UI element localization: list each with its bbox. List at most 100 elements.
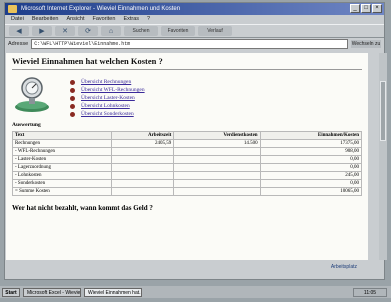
link-truck-costs[interactable]: Übersicht Laster-Kosten xyxy=(81,95,135,101)
table-cell: = Summe Kosten xyxy=(11,187,113,196)
table-cell: 10065,00 xyxy=(259,187,363,196)
status-bar: Arbeitsplatz xyxy=(4,262,387,272)
title-divider xyxy=(12,69,362,70)
table-cell xyxy=(173,147,261,156)
security-zone: Arbeitsplatz xyxy=(330,264,357,270)
menu-favorites[interactable]: Favoriten xyxy=(93,15,116,24)
money-clipart-image xyxy=(15,77,49,112)
table-row: Rechnungen 2405,59 14.500 17375,00 xyxy=(11,139,363,148)
table-header-row: Text Arbeitszeit Verdienstkosten Einnahm… xyxy=(11,131,363,140)
table-cell: - Lohnkosten xyxy=(11,171,113,180)
table-row: - WFL-Rechnungen 908,00 xyxy=(11,147,363,156)
home-button[interactable]: ⌂ xyxy=(101,26,121,36)
ie-icon xyxy=(8,5,17,13)
table-cell: 2405,59 xyxy=(111,139,175,148)
table-cell xyxy=(111,155,175,164)
link-invoices[interactable]: Übersicht Rechnungen xyxy=(81,79,131,85)
table-cell: - WFL-Rechnungen xyxy=(11,147,113,156)
link-wfl-invoices[interactable]: Übersicht WFL-Rechnungen xyxy=(81,87,145,93)
table-cell xyxy=(173,187,261,196)
system-tray-clock: 11:05 xyxy=(353,287,387,297)
menu-bar: Datei Bearbeiten Ansicht Favoriten Extra… xyxy=(5,15,384,24)
table-cell: 0,00 xyxy=(259,179,363,188)
menu-tools[interactable]: Extras xyxy=(123,15,139,24)
menu-help[interactable]: ? xyxy=(147,15,150,24)
table-cell: 245,00 xyxy=(259,171,363,180)
start-button[interactable]: Start xyxy=(2,287,20,297)
table-cell xyxy=(173,171,261,180)
bullet-icon xyxy=(70,111,75,117)
intro-section: Übersicht Rechnungen Übersicht WFL-Rechn… xyxy=(12,74,362,118)
title-bar: Microsoft Internet Explorer - Wieviel Ei… xyxy=(5,3,384,15)
bullet-icon xyxy=(70,79,75,85)
table-cell xyxy=(173,163,261,172)
favorites-button[interactable]: Favoriten xyxy=(161,26,195,36)
bullet-icon xyxy=(70,103,75,109)
column-header: Einnahmen/Kosten xyxy=(259,131,363,140)
refresh-icon: ⟳ xyxy=(85,28,91,35)
taskbar: Start Microsoft Excel - Wieviel Wieviel … xyxy=(0,286,391,298)
summary-table: Text Arbeitszeit Verdienstkosten Einnahm… xyxy=(11,131,363,196)
address-input[interactable]: C:\WFL\HTTP\Wieviel\Einnahme.htm xyxy=(31,39,348,49)
column-header: Arbeitszeit xyxy=(111,131,175,140)
stop-icon: ✕ xyxy=(62,28,68,35)
address-label: Adresse xyxy=(8,41,29,47)
table-cell: Rechnungen xyxy=(11,139,113,148)
link-list: Übersicht Rechnungen Übersicht WFL-Rechn… xyxy=(70,74,145,118)
table-cell: 0,00 xyxy=(259,163,363,172)
table-row: - Lagerzuordnung 0,00 xyxy=(11,163,363,172)
scroll-thumb[interactable] xyxy=(380,81,386,141)
window-title: Microsoft Internet Explorer - Wieviel Ei… xyxy=(21,6,181,12)
address-bar: Adresse C:\WFL\HTTP\Wieviel\Einnahme.htm… xyxy=(5,38,384,50)
back-icon: ◀ xyxy=(16,28,22,35)
table-cell: - Laster-Kosten xyxy=(11,155,113,164)
go-button[interactable]: Wechseln zu xyxy=(351,40,381,48)
table-cell: 14.500 xyxy=(173,139,261,148)
menu-edit[interactable]: Bearbeiten xyxy=(32,15,59,24)
section-label: Auswertung xyxy=(12,122,41,128)
section-heading: Wer hat nicht bezahlt, wann kommt das Ge… xyxy=(12,204,153,212)
back-button[interactable]: ◀ xyxy=(9,26,29,36)
table-row: - Sonderkosten 0,00 xyxy=(11,179,363,188)
page-content: Wieviel Einnahmen hat welchen Kosten ? Ü… xyxy=(6,53,368,260)
refresh-button[interactable]: ⟳ xyxy=(78,26,98,36)
bullet-icon xyxy=(70,87,75,93)
table-cell: 17375,00 xyxy=(259,139,363,148)
bullet-icon xyxy=(70,95,75,101)
column-header: Text xyxy=(11,131,113,140)
page-title: Wieviel Einnahmen hat welchen Kosten ? xyxy=(12,56,163,66)
table-cell: 0,00 xyxy=(259,155,363,164)
column-header: Verdienstkosten xyxy=(173,131,261,140)
taskbar-item-active[interactable]: Wieviel Einnahmen hat... xyxy=(84,287,142,297)
toolbar: ◀ ▶ ✕ ⟳ ⌂ Suchen Favoriten Verlauf xyxy=(5,24,384,38)
window-controls: _ □ × xyxy=(350,4,382,13)
list-item: Übersicht Laster-Kosten xyxy=(70,94,145,102)
forward-icon: ▶ xyxy=(39,28,45,35)
menu-view[interactable]: Ansicht xyxy=(66,15,84,24)
history-button[interactable]: Verlauf xyxy=(198,26,232,36)
list-item: Übersicht Rechnungen xyxy=(70,78,145,86)
taskbar-item[interactable]: Microsoft Excel - Wieviel xyxy=(23,287,81,297)
table-cell xyxy=(111,187,175,196)
stop-button[interactable]: ✕ xyxy=(55,26,75,36)
link-wage-costs[interactable]: Übersicht Lohnkosten xyxy=(81,103,130,109)
minimize-button[interactable]: _ xyxy=(350,4,360,13)
link-special-costs[interactable]: Übersicht Sonderkosten xyxy=(81,111,134,117)
vertical-scrollbar[interactable] xyxy=(379,53,387,260)
menu-file[interactable]: Datei xyxy=(11,15,24,24)
list-item: Übersicht Lohnkosten xyxy=(70,102,145,110)
close-button[interactable]: × xyxy=(372,4,382,13)
table-cell xyxy=(111,147,175,156)
search-button[interactable]: Suchen xyxy=(124,26,158,36)
table-row: = Summe Kosten 10065,00 xyxy=(11,187,363,196)
table-cell xyxy=(173,155,261,164)
maximize-button[interactable]: □ xyxy=(361,4,371,13)
table-cell: 908,00 xyxy=(259,147,363,156)
forward-button[interactable]: ▶ xyxy=(32,26,52,36)
list-item: Übersicht WFL-Rechnungen xyxy=(70,86,145,94)
table-cell: - Sonderkosten xyxy=(11,179,113,188)
table-cell xyxy=(111,179,175,188)
table-row: - Laster-Kosten 0,00 xyxy=(11,155,363,164)
table-cell xyxy=(111,163,175,172)
table-row: - Lohnkosten 245,00 xyxy=(11,171,363,180)
